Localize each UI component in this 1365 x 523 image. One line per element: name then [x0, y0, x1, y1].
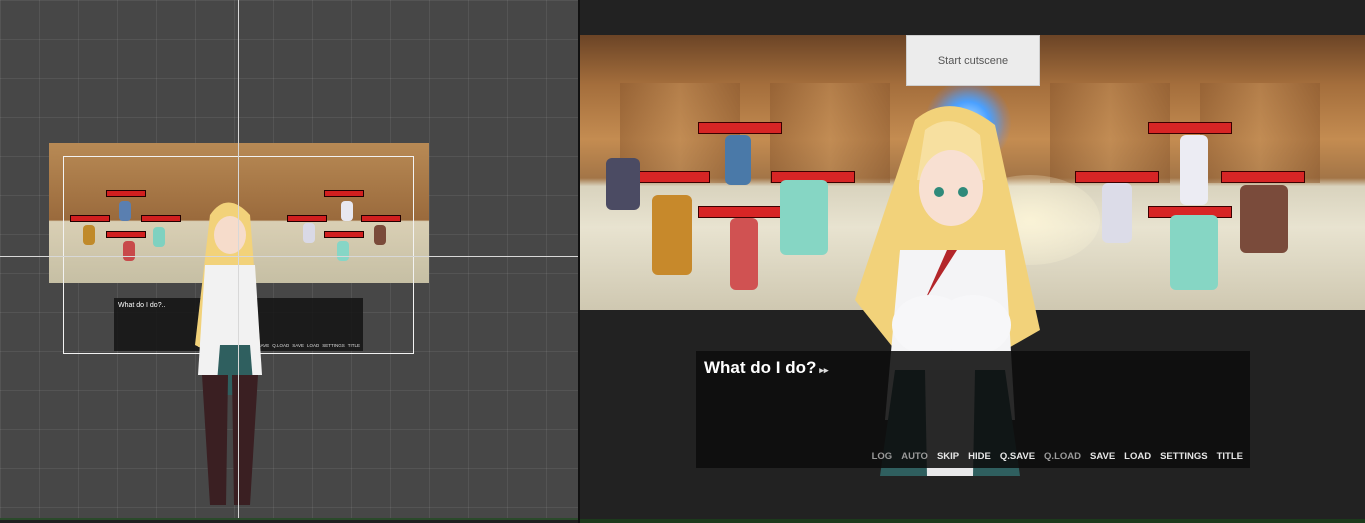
hp-bar [698, 122, 782, 134]
character-sprite [730, 218, 758, 290]
menu-skip-button[interactable]: SKIP [937, 451, 959, 462]
menu-auto-button[interactable]: AUTO [901, 451, 928, 462]
hp-bar [698, 206, 782, 218]
start-cutscene-button[interactable]: Start cutscene [906, 35, 1040, 86]
scene-heroine-sprite[interactable] [180, 195, 275, 515]
menu-load-button[interactable]: LOAD [1124, 451, 1151, 462]
character-sprite [652, 195, 692, 275]
scene-menu-load: LOAD [306, 343, 320, 348]
dialog-box[interactable]: What do I do? ▸▸ LOG AUTO SKIP HIDE Q.SAV… [696, 351, 1250, 468]
character-sprite [725, 135, 751, 185]
character-sprite [780, 180, 828, 255]
advance-icon[interactable]: ▸▸ [819, 365, 828, 376]
character-sprite [1170, 215, 1218, 290]
menu-save-button[interactable]: SAVE [1090, 451, 1115, 462]
character-sprite [1102, 183, 1132, 243]
menu-settings-button[interactable]: SETTINGS [1160, 451, 1208, 462]
scene-guide-vertical [238, 0, 239, 520]
menu-qload-button[interactable]: Q.LOAD [1044, 451, 1081, 462]
dialog-line: What do I do? [704, 358, 817, 377]
scene-guide-horizontal [0, 256, 578, 257]
character-sprite [606, 158, 640, 210]
game-view[interactable]: What do I do? ▸▸ LOG AUTO SKIP HIDE Q.SAV… [580, 0, 1365, 523]
scene-view[interactable]: What do I do?.. LOG AUTO SKIP HIDE Q.SAV… [0, 0, 578, 520]
character-sprite [1180, 135, 1208, 205]
hp-bar [1075, 171, 1159, 183]
quick-menu: LOG AUTO SKIP HIDE Q.SAVE Q.LOAD SAVE LO… [872, 451, 1243, 462]
hp-bar [1221, 171, 1305, 183]
scene-menu-save: SAVE [292, 343, 304, 348]
menu-log-button[interactable]: LOG [872, 451, 893, 462]
scene-dialog-text: What do I do?.. [118, 302, 166, 309]
scene-bottom-bar [0, 518, 578, 520]
menu-title-button[interactable]: TITLE [1217, 451, 1243, 462]
menu-qsave-button[interactable]: Q.SAVE [1000, 451, 1035, 462]
character-sprite [1240, 185, 1288, 253]
scene-menu-title: TITLE [347, 343, 360, 348]
scene-menu-settings: SETTINGS [322, 343, 345, 348]
dialog-text: What do I do? ▸▸ [704, 358, 828, 378]
hp-bar [1148, 122, 1232, 134]
menu-hide-button[interactable]: HIDE [968, 451, 991, 462]
game-bottom-bar [580, 519, 1365, 523]
